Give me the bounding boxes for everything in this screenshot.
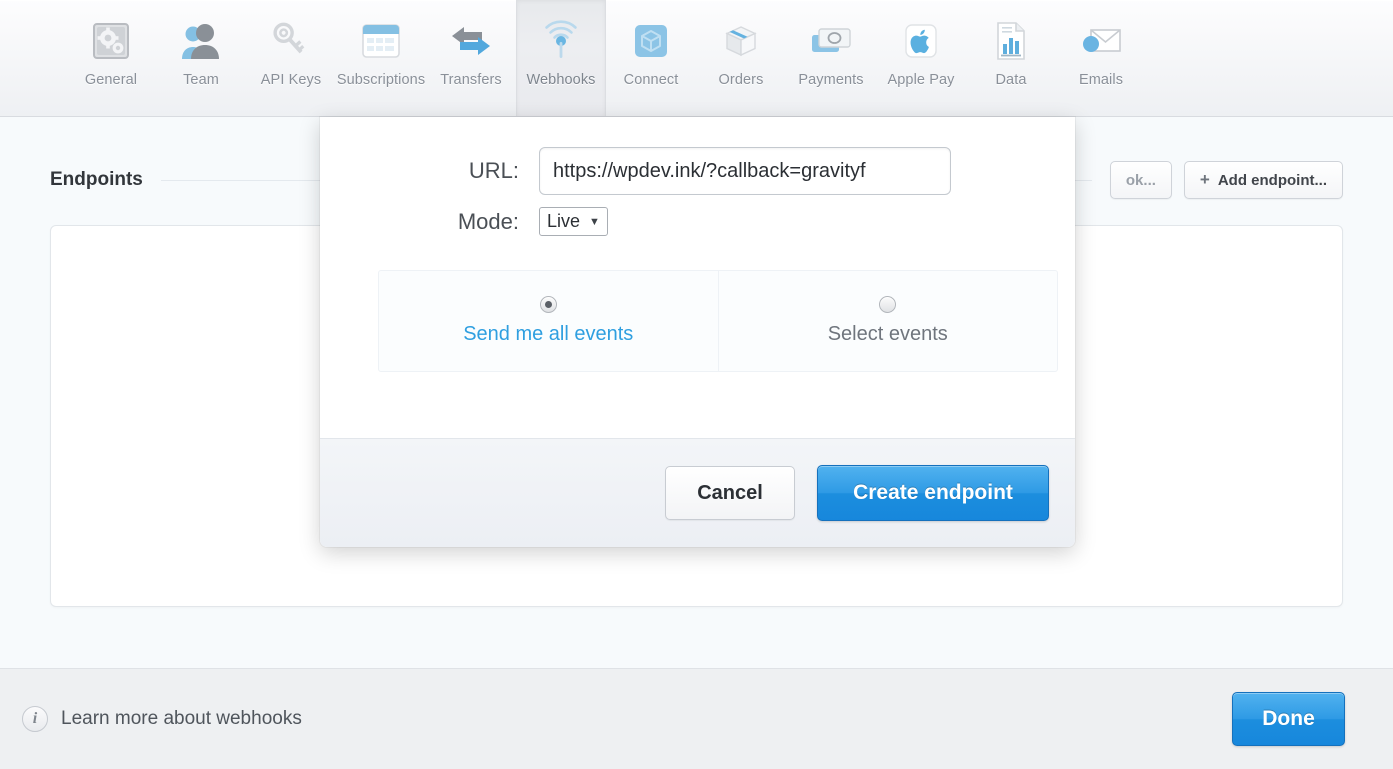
tab-data[interactable]: Data bbox=[966, 0, 1056, 116]
tab-label: Connect bbox=[623, 72, 679, 88]
tab-label: Payments bbox=[798, 72, 864, 88]
add-endpoint-button[interactable]: + Add endpoint... bbox=[1183, 161, 1343, 199]
mode-label: Mode: bbox=[457, 208, 519, 234]
option-label: Select events bbox=[827, 323, 948, 345]
radio-select-events[interactable] bbox=[879, 296, 897, 313]
tab-label: Data bbox=[995, 72, 1027, 88]
tab-label: Subscriptions bbox=[336, 72, 426, 88]
antenna-icon bbox=[533, 13, 589, 69]
tab-apple-pay[interactable]: Apple Pay bbox=[876, 0, 966, 116]
tab-subscriptions[interactable]: Subscriptions bbox=[336, 0, 426, 116]
envelope-icon bbox=[1073, 13, 1129, 69]
option-send-all-events[interactable]: Send me all events bbox=[379, 271, 718, 371]
tab-emails[interactable]: Emails bbox=[1056, 0, 1146, 116]
tab-label: Transfers bbox=[440, 72, 502, 88]
create-endpoint-button[interactable]: Create endpoint bbox=[817, 465, 1049, 521]
tab-label: Orders bbox=[718, 72, 764, 88]
tab-team[interactable]: Team bbox=[156, 0, 246, 116]
banknotes-icon bbox=[803, 13, 859, 69]
add-endpoint-label: Add endpoint... bbox=[1217, 171, 1327, 189]
mode-field-row: Mode: Live ▼ bbox=[358, 207, 1037, 236]
key-icon bbox=[263, 13, 319, 69]
tab-connect[interactable]: Connect bbox=[606, 0, 696, 116]
tab-orders[interactable]: Orders bbox=[696, 0, 786, 116]
plus-icon: + bbox=[1199, 170, 1210, 189]
box-icon bbox=[713, 13, 769, 69]
apple-icon bbox=[893, 13, 949, 69]
people-icon bbox=[173, 13, 229, 69]
url-field-row: URL: bbox=[358, 147, 1037, 195]
option-label: Send me all events bbox=[463, 323, 634, 345]
tab-label: General bbox=[84, 72, 138, 88]
done-label: Done bbox=[1262, 707, 1315, 730]
chevron-down-icon: ▼ bbox=[589, 215, 600, 228]
tab-payments[interactable]: Payments bbox=[786, 0, 876, 116]
tab-label: Team bbox=[183, 72, 219, 88]
chart-document-icon bbox=[983, 13, 1039, 69]
learn-more-link[interactable]: i Learn more about webhooks bbox=[22, 706, 1232, 732]
send-test-webhook-label: ok... bbox=[1125, 171, 1156, 189]
done-button[interactable]: Done bbox=[1232, 692, 1345, 746]
cancel-button[interactable]: Cancel bbox=[665, 466, 795, 520]
page-title: Endpoints bbox=[50, 169, 143, 190]
cube-icon bbox=[623, 13, 679, 69]
transfer-arrows-icon bbox=[443, 13, 499, 69]
main-toolbar: General Team API Keys Subscriptions Tran… bbox=[0, 0, 1393, 117]
create-endpoint-dialog: URL: Mode: Live ▼ Send me all events Sel… bbox=[320, 117, 1075, 547]
window-icon bbox=[353, 13, 409, 69]
cancel-label: Cancel bbox=[697, 481, 763, 504]
tab-general[interactable]: General bbox=[66, 0, 156, 116]
create-endpoint-label: Create endpoint bbox=[853, 481, 1013, 504]
radio-send-all-events[interactable] bbox=[539, 296, 557, 313]
tab-label: Apple Pay bbox=[887, 72, 955, 88]
info-icon: i bbox=[22, 706, 48, 732]
dialog-body: URL: Mode: Live ▼ Send me all events Sel… bbox=[320, 117, 1075, 438]
url-input[interactable] bbox=[539, 147, 951, 195]
option-select-events[interactable]: Select events bbox=[717, 271, 1058, 371]
tab-label: Webhooks bbox=[526, 72, 596, 88]
learn-more-label: Learn more about webhooks bbox=[61, 708, 302, 729]
mode-select[interactable]: Live ▼ bbox=[539, 207, 608, 236]
page-footer: i Learn more about webhooks Done bbox=[0, 668, 1393, 769]
gear-icon bbox=[83, 13, 139, 69]
events-option-group: Send me all events Select events bbox=[378, 270, 1058, 372]
tab-label: Emails bbox=[1078, 72, 1124, 88]
tab-label: API Keys bbox=[260, 72, 322, 88]
dialog-footer: Cancel Create endpoint bbox=[320, 438, 1075, 547]
mode-value: Live bbox=[547, 211, 581, 231]
url-label: URL: bbox=[468, 158, 519, 183]
tab-api-keys[interactable]: API Keys bbox=[246, 0, 336, 116]
send-test-webhook-button[interactable]: ok... bbox=[1109, 161, 1172, 199]
tab-transfers[interactable]: Transfers bbox=[426, 0, 516, 116]
tab-webhooks[interactable]: Webhooks bbox=[516, 0, 606, 116]
